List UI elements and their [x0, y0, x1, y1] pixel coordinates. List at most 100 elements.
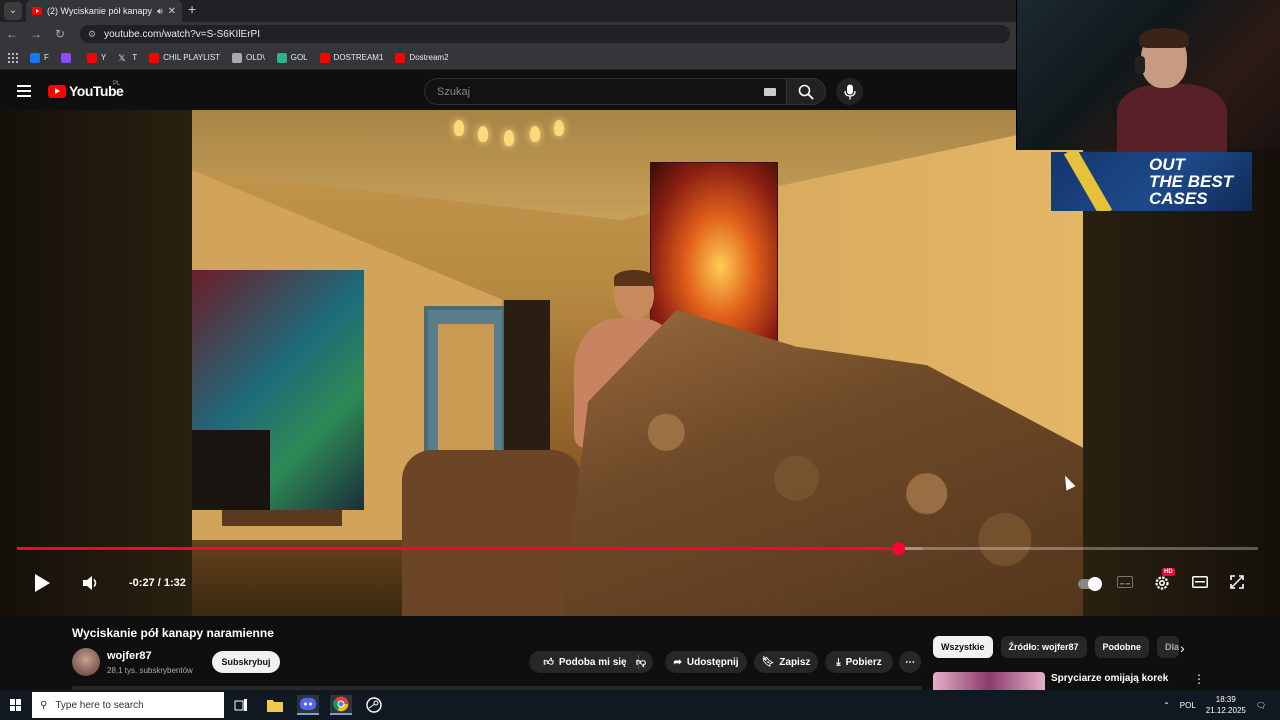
forward-arrow-icon[interactable]: →: [24, 27, 48, 41]
browser-tab-active[interactable]: (2) Wyciskanie pół kanapy naramienne - Y…: [26, 0, 182, 22]
youtube-icon: [86, 52, 97, 63]
bookmark-0[interactable]: F: [30, 52, 49, 63]
scene-cabinet: [192, 430, 270, 510]
search-placeholder: Szukaj: [437, 85, 471, 98]
bookmark-3[interactable]: 𝕏T: [118, 53, 137, 63]
subtitles-button[interactable]: [1116, 574, 1134, 590]
channel-avatar[interactable]: [72, 648, 100, 676]
bookmark-7[interactable]: DOSTREAM1: [319, 52, 384, 63]
windows-taskbar: ⚲ Type here to search ⌃ POL 18:39 21.12.…: [0, 690, 1280, 720]
address-bar[interactable]: ⚙ youtube.com/watch?v=S-S6KIlErPI: [80, 25, 1010, 43]
clock-date: 21.12.2025: [1205, 706, 1246, 715]
bookmark-label: DOSTREAM1: [333, 53, 384, 62]
bookmark-label: OLD\: [246, 53, 265, 62]
recommendation-title[interactable]: Spryciarze omijają korek: [1051, 673, 1168, 684]
search-icon: ⚲: [40, 699, 48, 711]
discord-icon[interactable]: [297, 695, 319, 715]
chrome-icon[interactable]: [330, 695, 352, 715]
cases-line-4: CASES: [1149, 189, 1208, 208]
autoplay-toggle[interactable]: [1078, 577, 1102, 591]
chevron-up-icon[interactable]: ⌃: [1163, 701, 1170, 710]
settings-button[interactable]: HD: [1153, 568, 1175, 592]
play-icon: [34, 574, 50, 592]
reload-icon[interactable]: ↻: [48, 27, 72, 41]
more-vertical-icon[interactable]: ⋮: [1193, 672, 1205, 686]
save-button[interactable]: 🔖︎ Zapisz: [754, 651, 818, 673]
system-tray: ⌃ POL 18:39 21.12.2025 🗨︎: [1163, 690, 1266, 720]
bookmark-2[interactable]: Y: [86, 52, 107, 63]
bookmark-6[interactable]: GOL: [276, 52, 308, 63]
video-letterbox-left: [0, 110, 192, 616]
speaker-icon[interactable]: 🔊︎: [157, 6, 163, 17]
volume-icon: [83, 576, 97, 590]
region-label: PL: [113, 81, 121, 87]
streamer-webcam: [1117, 28, 1227, 154]
knife-icon: [1063, 152, 1113, 211]
bookmark-5[interactable]: OLD\: [232, 52, 265, 63]
steam-icon[interactable]: [363, 695, 385, 715]
fullscreen-icon: [1230, 575, 1244, 589]
site-info-icon[interactable]: ⚙: [88, 29, 96, 40]
filter-chip-3[interactable]: Dla: [1157, 636, 1180, 658]
mute-button[interactable]: [81, 574, 101, 592]
task-view-icon[interactable]: [230, 695, 252, 715]
filter-chip-1[interactable]: Źródło: wojfer87: [1000, 636, 1087, 658]
download-button[interactable]: ⤓ Pobierz: [825, 651, 893, 673]
new-tab-button[interactable]: +: [188, 1, 196, 17]
filter-chip-0[interactable]: Wszystkie: [933, 636, 993, 658]
bookmark-label: T: [132, 53, 138, 62]
youtube-favicon-icon: [32, 7, 42, 15]
keyboard-icon[interactable]: [764, 88, 776, 96]
recommendation-thumbnail[interactable]: [933, 672, 1045, 690]
tab-search-button[interactable]: ⌄: [4, 2, 22, 20]
youtube-icon: [319, 52, 330, 63]
channel-name[interactable]: wojfer87: [107, 650, 152, 662]
notification-icon[interactable]: 🗨︎: [1256, 701, 1266, 710]
gear-icon: [1155, 576, 1169, 590]
browser-toolbar: ← → ↻ ⚙ youtube.com/watch?v=S-S6KIlErPI: [0, 22, 1016, 46]
voice-search-button[interactable]: [836, 78, 863, 105]
bookmark-label: Y: [100, 53, 107, 62]
bookmark-label: Dostream2: [409, 53, 449, 62]
address-url: youtube.com/watch?v=S-S6KIlErPI: [104, 28, 260, 40]
file-explorer-icon[interactable]: [264, 695, 286, 715]
progress-bar[interactable]: [17, 542, 1258, 555]
progress-played: [17, 547, 899, 550]
search-button[interactable]: [786, 78, 826, 105]
bookmark-4[interactable]: CHIL PLAYLIST: [149, 52, 221, 63]
windows-start-icon[interactable]: [10, 699, 22, 711]
webcam-overlay: [1016, 0, 1280, 154]
miniplayer-button[interactable]: [1190, 574, 1210, 590]
taskbar-search-input[interactable]: ⚲ Type here to search: [32, 692, 224, 718]
autoplay-toggle-icon: [1078, 577, 1102, 591]
chevron-right-icon[interactable]: ›: [1180, 640, 1185, 656]
facebook-icon: [30, 52, 40, 63]
menu-icon[interactable]: [17, 85, 31, 97]
video-frame[interactable]: [192, 110, 1083, 616]
thumbs-down-icon: 👎︎: [635, 657, 647, 668]
cases-line-1: OUT: [1149, 155, 1185, 174]
subtitles-icon: [1117, 576, 1133, 588]
youtube-logo-icon: [48, 84, 66, 98]
back-arrow-icon[interactable]: ←: [0, 27, 24, 41]
share-button[interactable]: ➦ Udostępnij: [665, 651, 747, 673]
scene-table: [222, 510, 342, 526]
filter-chip-2[interactable]: Podobne: [1094, 636, 1150, 658]
subscribe-button[interactable]: Subskrybuj: [212, 651, 280, 673]
language-indicator[interactable]: POL: [1180, 701, 1196, 710]
fullscreen-button[interactable]: [1228, 574, 1246, 590]
dislike-button[interactable]: 👎︎: [627, 651, 655, 673]
download-icon: ⤓: [836, 656, 841, 668]
cases-ad-banner: OUT THE BEST CASES: [1051, 152, 1252, 211]
save-label: Zapisz: [779, 656, 811, 668]
clock[interactable]: 18:39 21.12.2025: [1206, 694, 1246, 716]
search-input[interactable]: Szukaj: [424, 78, 786, 105]
clock-time: 18:39: [1215, 695, 1236, 704]
bookmark-1[interactable]: [60, 52, 75, 63]
bookmark-8[interactable]: Dostream2: [395, 52, 449, 63]
play-button[interactable]: [31, 572, 53, 594]
apps-grid-icon[interactable]: [8, 52, 18, 63]
bookmark-label: CHIL PLAYLIST: [163, 53, 221, 62]
close-icon[interactable]: ✕: [168, 6, 176, 17]
more-actions-button[interactable]: ⋯: [899, 651, 921, 673]
